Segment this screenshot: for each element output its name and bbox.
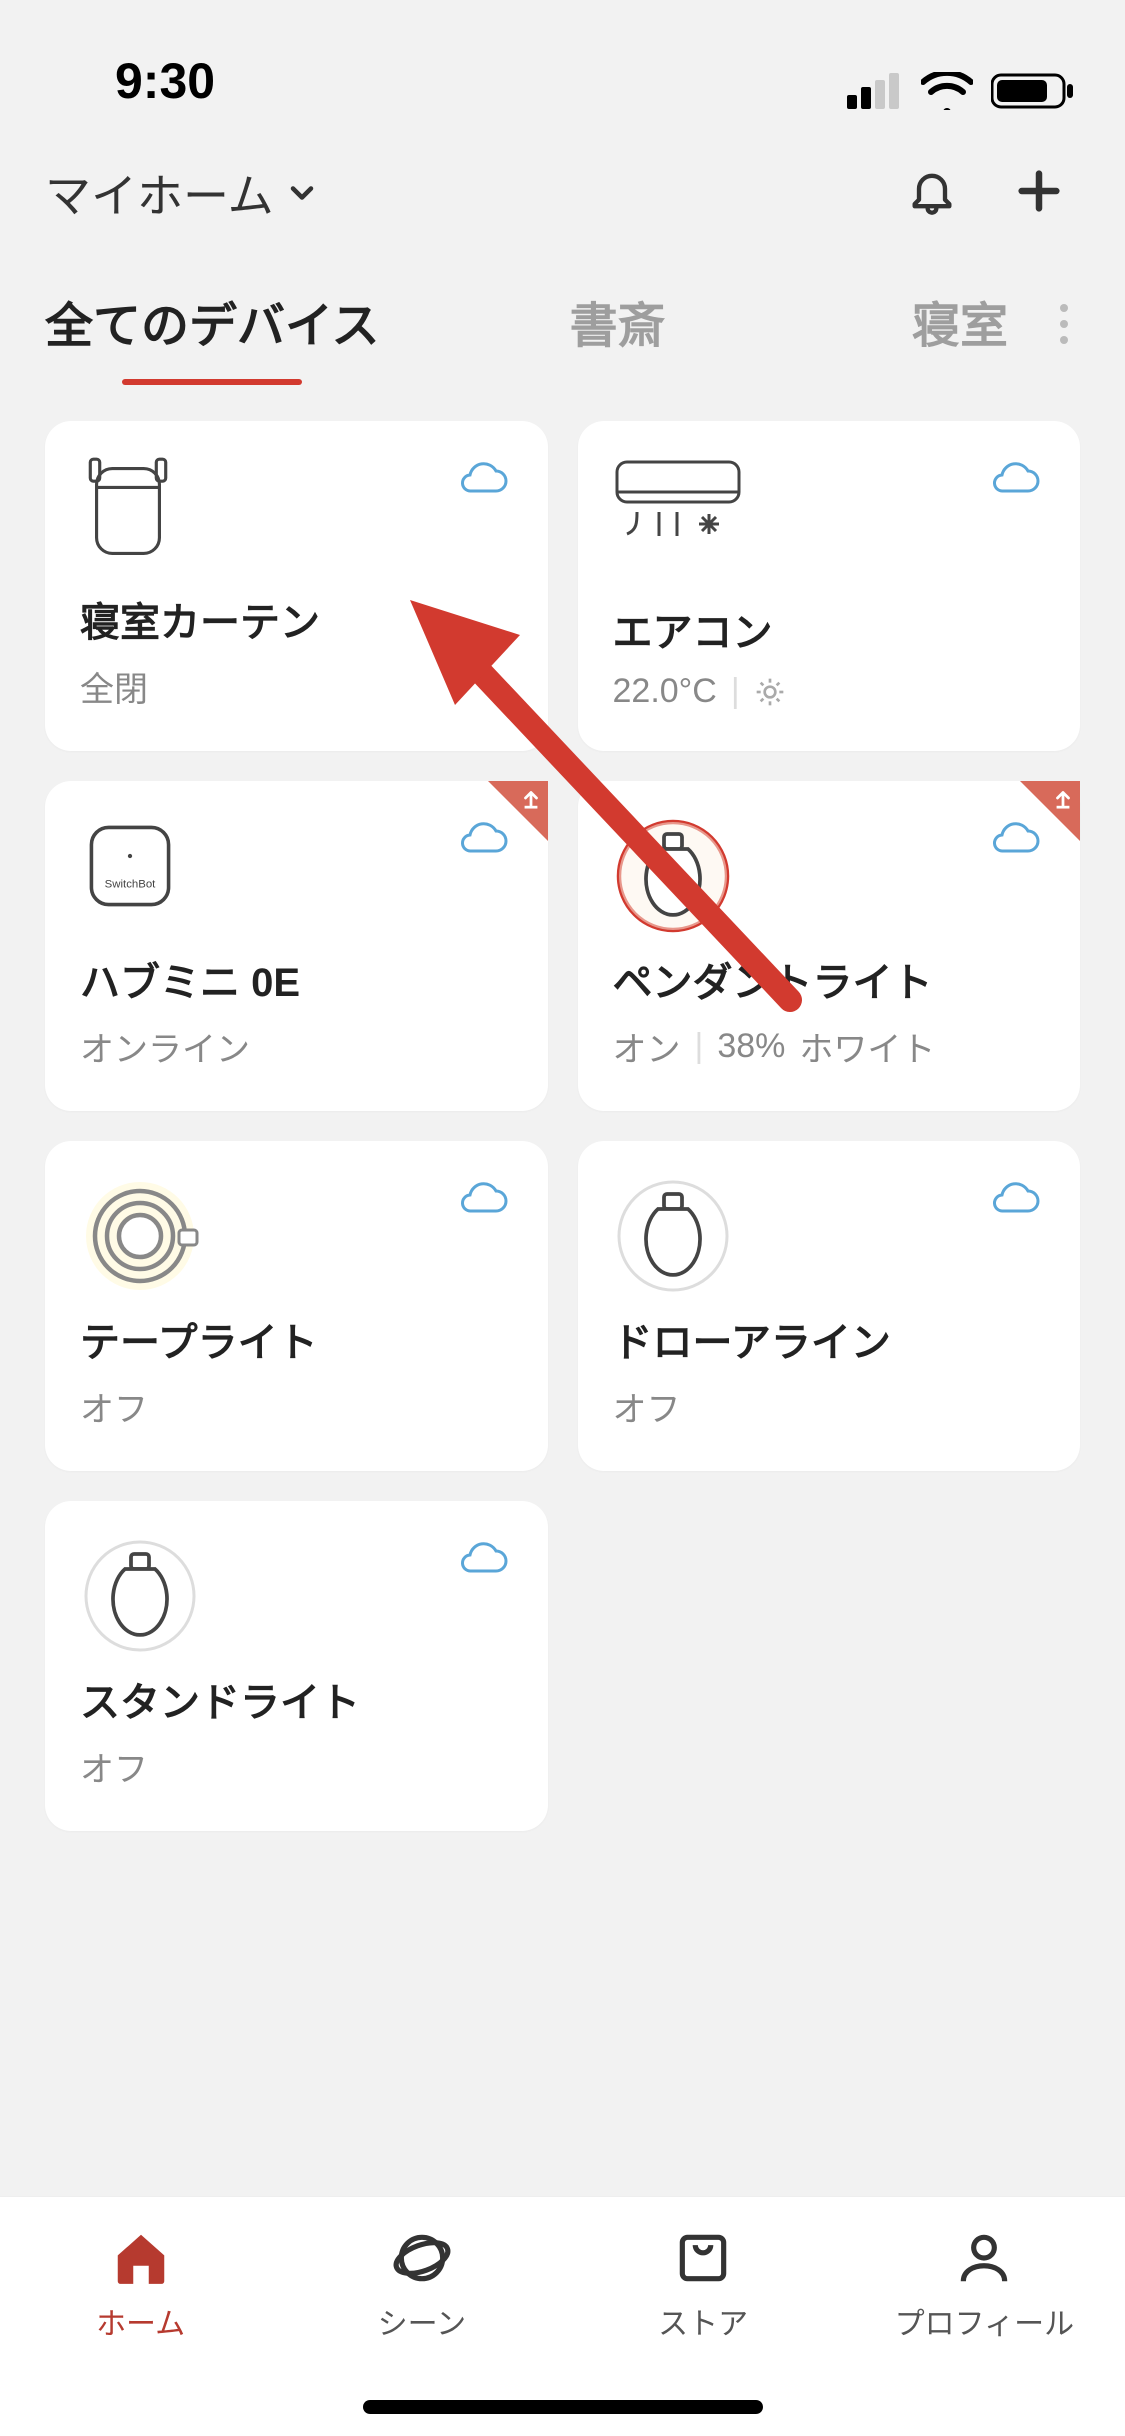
tabbar-label: シーン [378,2299,467,2343]
tabbar-profile[interactable]: プロフィール [844,2197,1125,2436]
device-name: スタンドライト [80,1670,513,1728]
hub-device-icon: SwitchBot [80,816,180,916]
home-label: マイホーム [45,160,274,226]
device-grid: 寝室カーテン 全閉 エアコン [0,381,1125,1831]
cloud-icon [990,1181,1040,1220]
device-card-curtain[interactable]: 寝室カーテン 全閉 [45,421,548,751]
device-name: ペンダントライト [613,950,1046,1008]
svg-text:SwitchBot: SwitchBot [105,878,157,890]
cloud-icon [458,1181,508,1220]
tabbar-label: ストア [658,2299,748,2343]
cloud-icon [458,1541,508,1580]
device-card-stand-light[interactable]: スタンドライト オフ [45,1501,548,1831]
store-icon [672,2227,734,2289]
tabs-more-button[interactable] [1048,302,1080,356]
tabbar-home[interactable]: ホーム [0,2197,281,2436]
room-tabs: 全てのデバイス 書斎 寝室 [0,246,1125,381]
tabbar-label: ホーム [96,2299,185,2343]
notifications-button[interactable] [906,165,958,222]
device-name: エアコン [613,600,1046,658]
device-status: オフ [613,1382,1046,1431]
bell-icon [906,165,958,217]
strip-light-device-icon [80,1176,200,1296]
cloud-icon [458,461,508,500]
device-card-hub[interactable]: SwitchBot ハブミニ 0E オンライン [45,781,548,1111]
battery-icon [991,72,1075,110]
add-button[interactable] [1013,165,1065,222]
tabbar-label: プロフィール [895,2299,1074,2343]
sun-icon [754,676,786,708]
status-icons [847,72,1075,110]
device-status: オン | 38% ホワイト [613,1022,1046,1071]
status-time: 9:30 [115,52,215,110]
device-card-tape-light[interactable]: テープライト オフ [45,1141,548,1471]
bulb-device-icon [613,1176,733,1296]
device-card-drawaline[interactable]: ドローアライン オフ [578,1141,1081,1471]
more-vert-icon [1058,302,1070,346]
device-name: テープライト [80,1310,513,1368]
tab-study[interactable]: 書斎 [570,276,666,381]
header: マイホーム [0,130,1125,246]
profile-icon [953,2227,1015,2289]
tab-all-devices[interactable]: 全てのデバイス [45,276,380,381]
status-bar: 9:30 [0,0,1125,130]
bulb-device-icon [80,1536,200,1656]
tab-bedroom[interactable]: 寝室 [912,276,1008,381]
cloud-icon [990,821,1040,860]
bulb-on-device-icon [613,816,733,936]
wifi-icon [921,72,973,110]
plus-icon [1013,165,1065,217]
device-status: オフ [80,1382,513,1431]
aircon-device-icon [613,456,743,546]
device-status: 全閉 [80,662,513,711]
cloud-icon [990,461,1040,500]
device-card-aircon[interactable]: エアコン 22.0°C | [578,421,1081,751]
device-name: ハブミニ 0E [80,950,513,1008]
curtain-device-icon [80,456,176,566]
device-status: オンライン [80,1022,513,1071]
chevron-down-icon [284,175,320,211]
device-name: 寝室カーテン [80,590,513,648]
cloud-icon [458,821,508,860]
device-status: 22.0°C | [613,672,1046,711]
home-indicator [363,2400,763,2414]
device-card-pendant-light[interactable]: ペンダントライト オン | 38% ホワイト [578,781,1081,1111]
home-selector[interactable]: マイホーム [45,160,320,226]
home-icon [110,2227,172,2289]
device-status: オフ [80,1742,513,1791]
device-name: ドローアライン [613,1310,1046,1368]
cellular-icon [847,73,903,109]
scene-icon [391,2227,453,2289]
